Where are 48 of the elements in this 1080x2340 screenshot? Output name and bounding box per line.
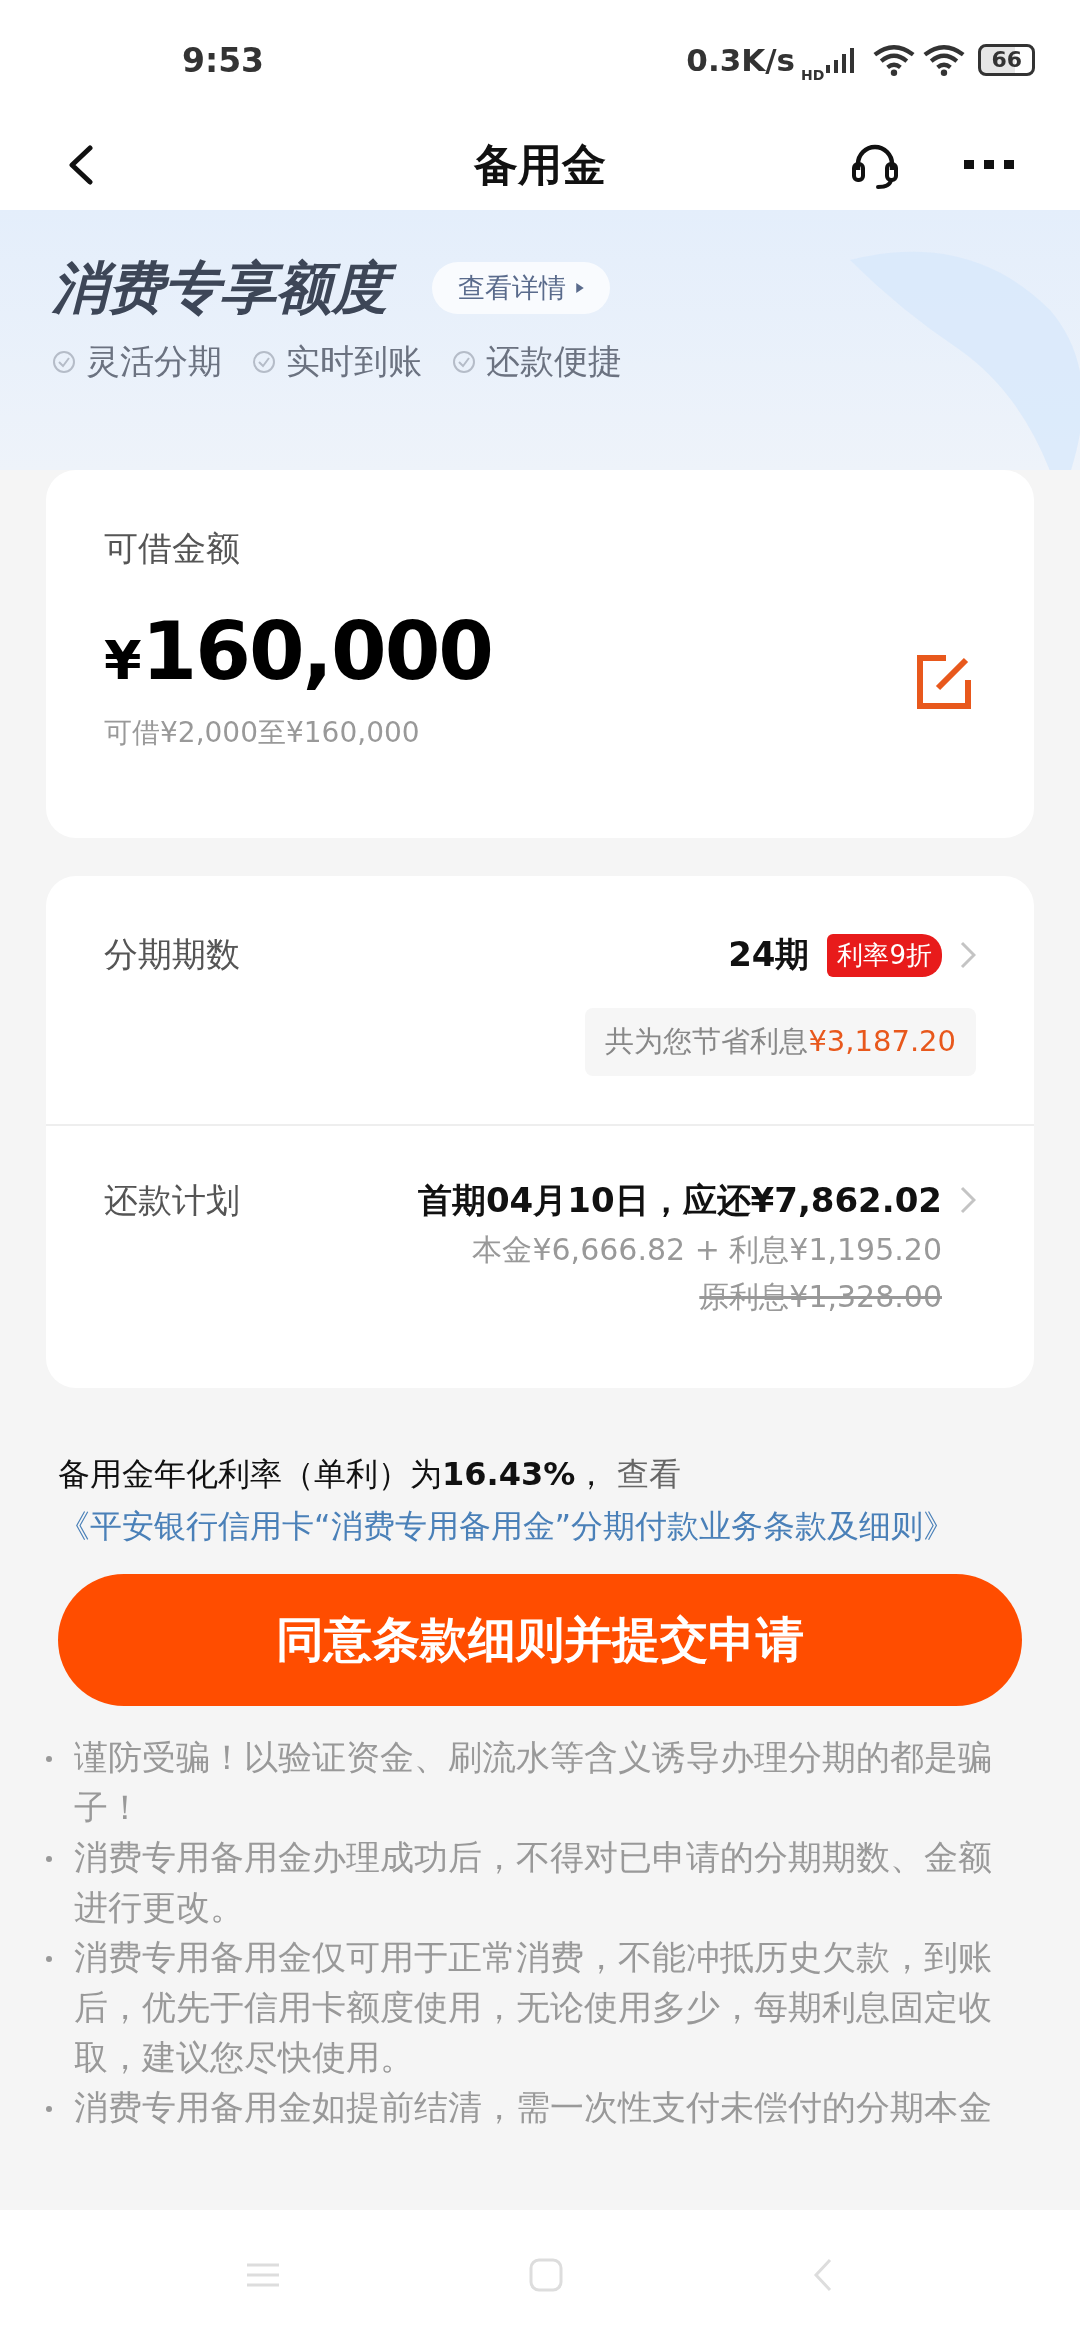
- bullet-dot: [46, 1856, 52, 1862]
- back-nav-icon[interactable]: [813, 2258, 833, 2292]
- menu-icon[interactable]: [247, 2263, 279, 2287]
- first-payment[interactable]: 首期04月10日，应还¥7,862.02: [417, 1178, 942, 1224]
- terms-link[interactable]: 《平安银行信用卡“消费专用备用金”分期付款业务条款及细则》: [58, 1507, 956, 1545]
- caret-icon: [576, 283, 584, 294]
- chevron-icon[interactable]: [960, 941, 976, 969]
- submit-button[interactable]: 同意条款细则并提交申请: [58, 1574, 1022, 1706]
- rate-notice: 备用金年化利率（单利）为16.43%， 查看 《平安银行信用卡“消费专用备用金”分期付款业务条款及细则》: [58, 1454, 957, 1547]
- amount-label: 可借金额: [104, 527, 241, 570]
- savings-note: 共为您节省利息¥3,187.20: [585, 1008, 976, 1076]
- feature-label: 灵活分期: [86, 339, 222, 383]
- battery-icon: 66: [978, 44, 1035, 76]
- back-icon[interactable]: [66, 145, 96, 185]
- loan-amount: 160,000: [141, 612, 492, 692]
- payment-breakdown: 本金¥6,666.82 + 利息¥1,195.20: [472, 1231, 942, 1269]
- bullet-dot: [46, 1956, 52, 1962]
- amount-range: 可借¥2,000至¥160,000: [104, 715, 421, 751]
- promo-title: 消费专享额度: [52, 252, 398, 325]
- bullet-dot: [46, 2106, 52, 2112]
- signal-label: HD: [801, 67, 825, 83]
- details-link[interactable]: 查看详情: [432, 262, 610, 315]
- installment-value[interactable]: 24期: [728, 932, 810, 978]
- status-time: 9:53: [182, 40, 265, 80]
- network-speed: 0.3K/s: [686, 42, 796, 78]
- note-text: 消费专用备用金如提前结清，需一次性支付未偿付的分期本金: [74, 2086, 992, 2129]
- wifi-icon: [922, 44, 967, 76]
- note-text: 消费专用备用金仅可用于正常消费，不能冲抵历史欠款，到账后，优先于信用卡额度使用，无论使用多少，每期利息固定收取，建议您尽快使用。: [74, 1936, 993, 2079]
- more-icon[interactable]: [964, 159, 1014, 171]
- currency-symbol: ¥: [104, 629, 142, 692]
- feature-label: 实时到账: [286, 339, 422, 383]
- original-interest: 原利息¥1,328.00: [699, 1278, 942, 1316]
- check-icon: [452, 349, 476, 374]
- check-icon: [252, 349, 276, 374]
- signal-icon: [826, 47, 857, 73]
- home-icon[interactable]: [529, 2258, 563, 2292]
- installment-label: 分期期数: [104, 933, 240, 976]
- note-text: 谨防受骗！以验证资金、刷流水等含义诱导办理分期的都是骗子！: [74, 1736, 993, 1829]
- bullet-dot: [46, 1756, 52, 1762]
- discount-tag: 利率9折: [827, 933, 942, 977]
- check-icon: [52, 349, 76, 374]
- edit-icon[interactable]: [916, 654, 972, 710]
- chevron-icon[interactable]: [960, 1186, 976, 1214]
- wifi-icon: [872, 44, 917, 76]
- feature-label: 还款便捷: [486, 339, 622, 383]
- page-title: 备用金: [474, 137, 606, 192]
- note-text: 消费专用备用金办理成功后，不得对已申请的分期期数、金额进行更改。: [74, 1836, 993, 1929]
- repayment-label: 还款计划: [104, 1179, 240, 1222]
